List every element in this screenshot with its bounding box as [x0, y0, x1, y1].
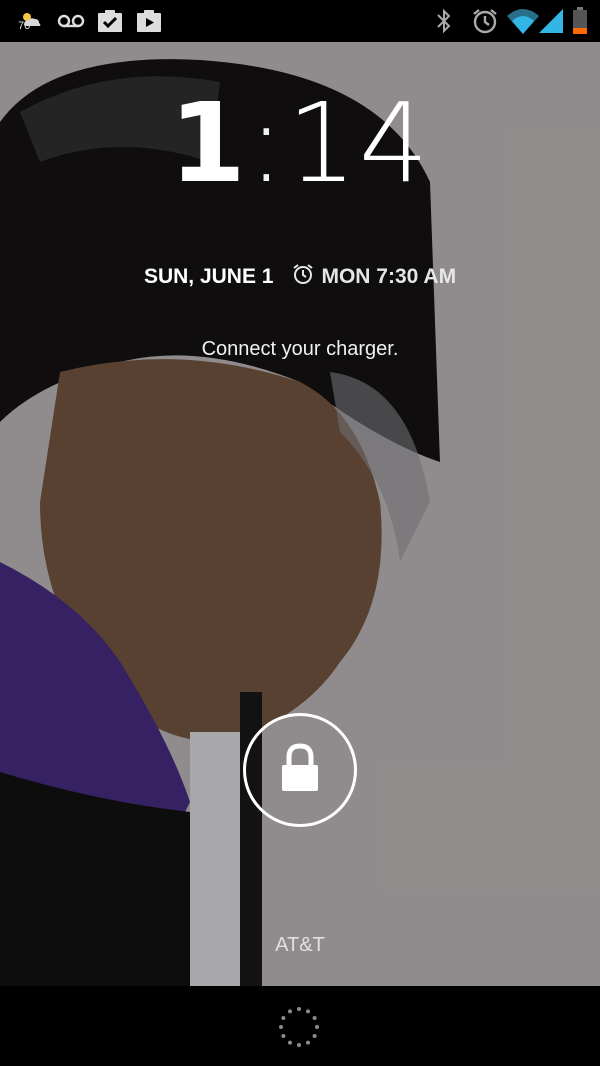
- bluetooth-icon: [432, 0, 456, 42]
- wifi-icon: [505, 0, 541, 42]
- clock-colon: :: [247, 79, 287, 207]
- next-alarm: MON 7:30 AM: [291, 262, 456, 292]
- lockscreen-date: SUN, JUNE 1: [143, 265, 274, 288]
- padlock-icon: [278, 742, 322, 798]
- carrier-label: AT&T: [275, 934, 325, 956]
- lockscreen-clock: 1:14: [0, 88, 600, 198]
- voicemail-icon: [55, 0, 87, 42]
- charger-message: Connect your charger.: [201, 338, 399, 360]
- date-alarm-row: SUN, JUNE 1 MON 7:30 AM: [0, 262, 600, 292]
- next-alarm-label: MON 7:30 AM: [321, 265, 457, 288]
- battery-icon: [568, 0, 592, 42]
- task-check-icon: [95, 0, 125, 42]
- status-bar: 76°: [0, 0, 600, 42]
- home-dots-icon[interactable]: [279, 1007, 319, 1047]
- weather-temperature: 76°: [18, 20, 35, 32]
- signal-icon: [538, 0, 564, 42]
- unlock-button[interactable]: [243, 713, 357, 827]
- play-store-icon: [134, 0, 164, 42]
- clock-minutes: 14: [286, 79, 431, 207]
- clock-hour: 1: [169, 79, 248, 207]
- alarm-icon: [468, 0, 502, 42]
- alarm-clock-icon: [291, 262, 315, 292]
